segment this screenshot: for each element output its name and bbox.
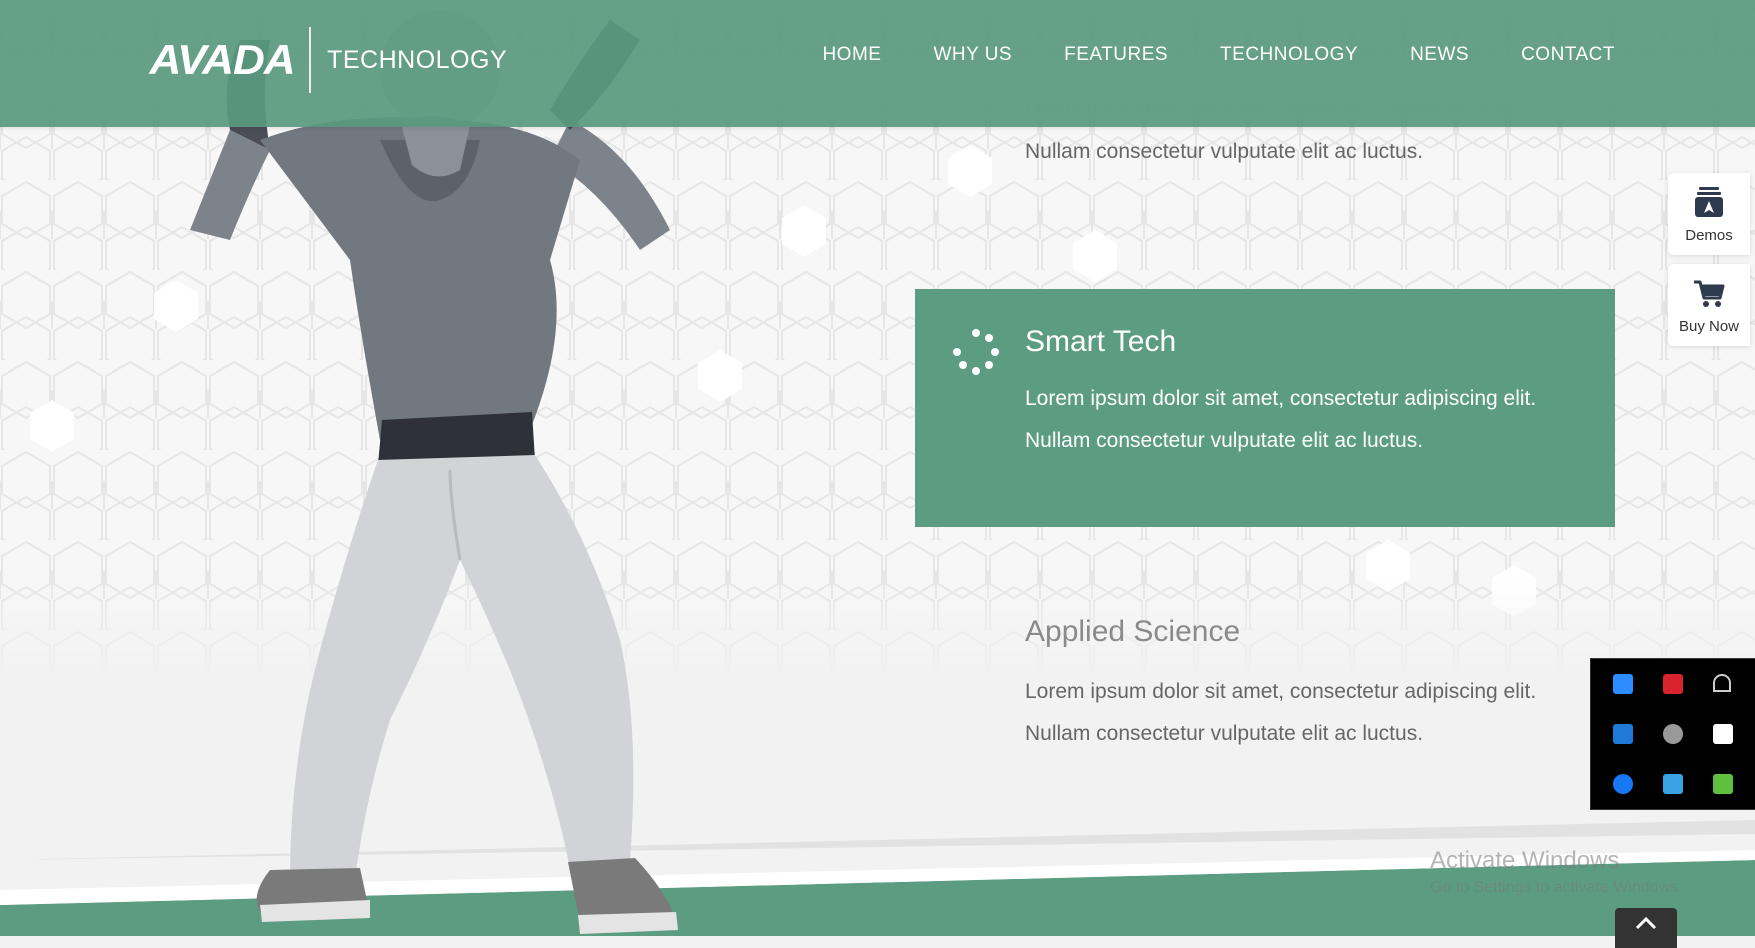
- logo-brand: AVADA: [149, 36, 296, 83]
- applied-science-title: Applied Science: [1025, 615, 1241, 648]
- applied-science-line1: Lorem ipsum dolor sit amet, consectetur …: [1025, 680, 1537, 703]
- activate-windows-title: Activate Windows: [1430, 847, 1620, 874]
- buy-now-button[interactable]: Buy Now: [1668, 264, 1750, 346]
- smart-tech-line1: Lorem ipsum dolor sit amet, consectetur …: [1025, 387, 1537, 410]
- nav-technology[interactable]: TECHNOLOGY: [1220, 40, 1358, 70]
- nav-home[interactable]: HOME: [822, 40, 881, 70]
- spinner-icon: [953, 329, 999, 375]
- smart-tech-line2: Nullam consectetur vulputate elit ac luc…: [1025, 429, 1424, 452]
- applied-science-line2: Nullam consectetur vulputate elit ac luc…: [1025, 722, 1424, 745]
- nav-news[interactable]: NEWS: [1410, 40, 1469, 70]
- buy-now-label: Buy Now: [1678, 318, 1740, 335]
- smart-tech-title: Smart Tech: [1025, 325, 1177, 358]
- security-check-icon[interactable]: [1713, 774, 1733, 794]
- network-monitor-icon[interactable]: [1663, 774, 1683, 794]
- antivirus-icon[interactable]: [1663, 674, 1683, 694]
- activate-windows-subtitle: Go to Settings to activate Windows.: [1430, 879, 1683, 896]
- nav-why-us[interactable]: WHY US: [933, 40, 1012, 70]
- slack-icon[interactable]: [1713, 724, 1733, 744]
- feature-line-top: Nullam consectetur vulputate elit ac luc…: [1025, 140, 1424, 163]
- nav-contact[interactable]: CONTACT: [1521, 40, 1615, 70]
- activate-windows-watermark: Activate Windows Go to Settings to activ…: [1430, 847, 1683, 897]
- system-tray-popup: [1590, 658, 1755, 810]
- cart-icon: [1694, 280, 1725, 307]
- logo-divider: [309, 27, 312, 93]
- logo-subtitle: TECHNOLOGY: [327, 45, 508, 74]
- stack-icon: [1695, 187, 1723, 217]
- zoom-icon[interactable]: [1613, 674, 1633, 694]
- demos-button[interactable]: Demos: [1668, 173, 1750, 255]
- site-logo[interactable]: AVADA TECHNOLOGY: [149, 27, 508, 93]
- main-nav: HOME WHY US FEATURES TECHNOLOGY NEWS CON…: [770, 40, 1615, 70]
- wifi-icon[interactable]: [1713, 674, 1731, 692]
- demos-label: Demos: [1685, 227, 1733, 244]
- hero-person-image: [190, 10, 678, 934]
- bluejeans-icon[interactable]: [1613, 724, 1633, 744]
- chevron-up-icon: [1635, 916, 1657, 930]
- bluetooth-icon[interactable]: [1613, 774, 1633, 794]
- nav-features[interactable]: FEATURES: [1064, 40, 1168, 70]
- feature-line-faded: Lorem ipsum dolor sit amet, consectetur …: [1025, 98, 1512, 120]
- creative-cloud-icon[interactable]: [1663, 724, 1683, 744]
- scroll-to-top-button[interactable]: [1615, 908, 1677, 948]
- feature-card-smart-tech: Smart Tech Lorem ipsum dolor sit amet, c…: [915, 289, 1615, 527]
